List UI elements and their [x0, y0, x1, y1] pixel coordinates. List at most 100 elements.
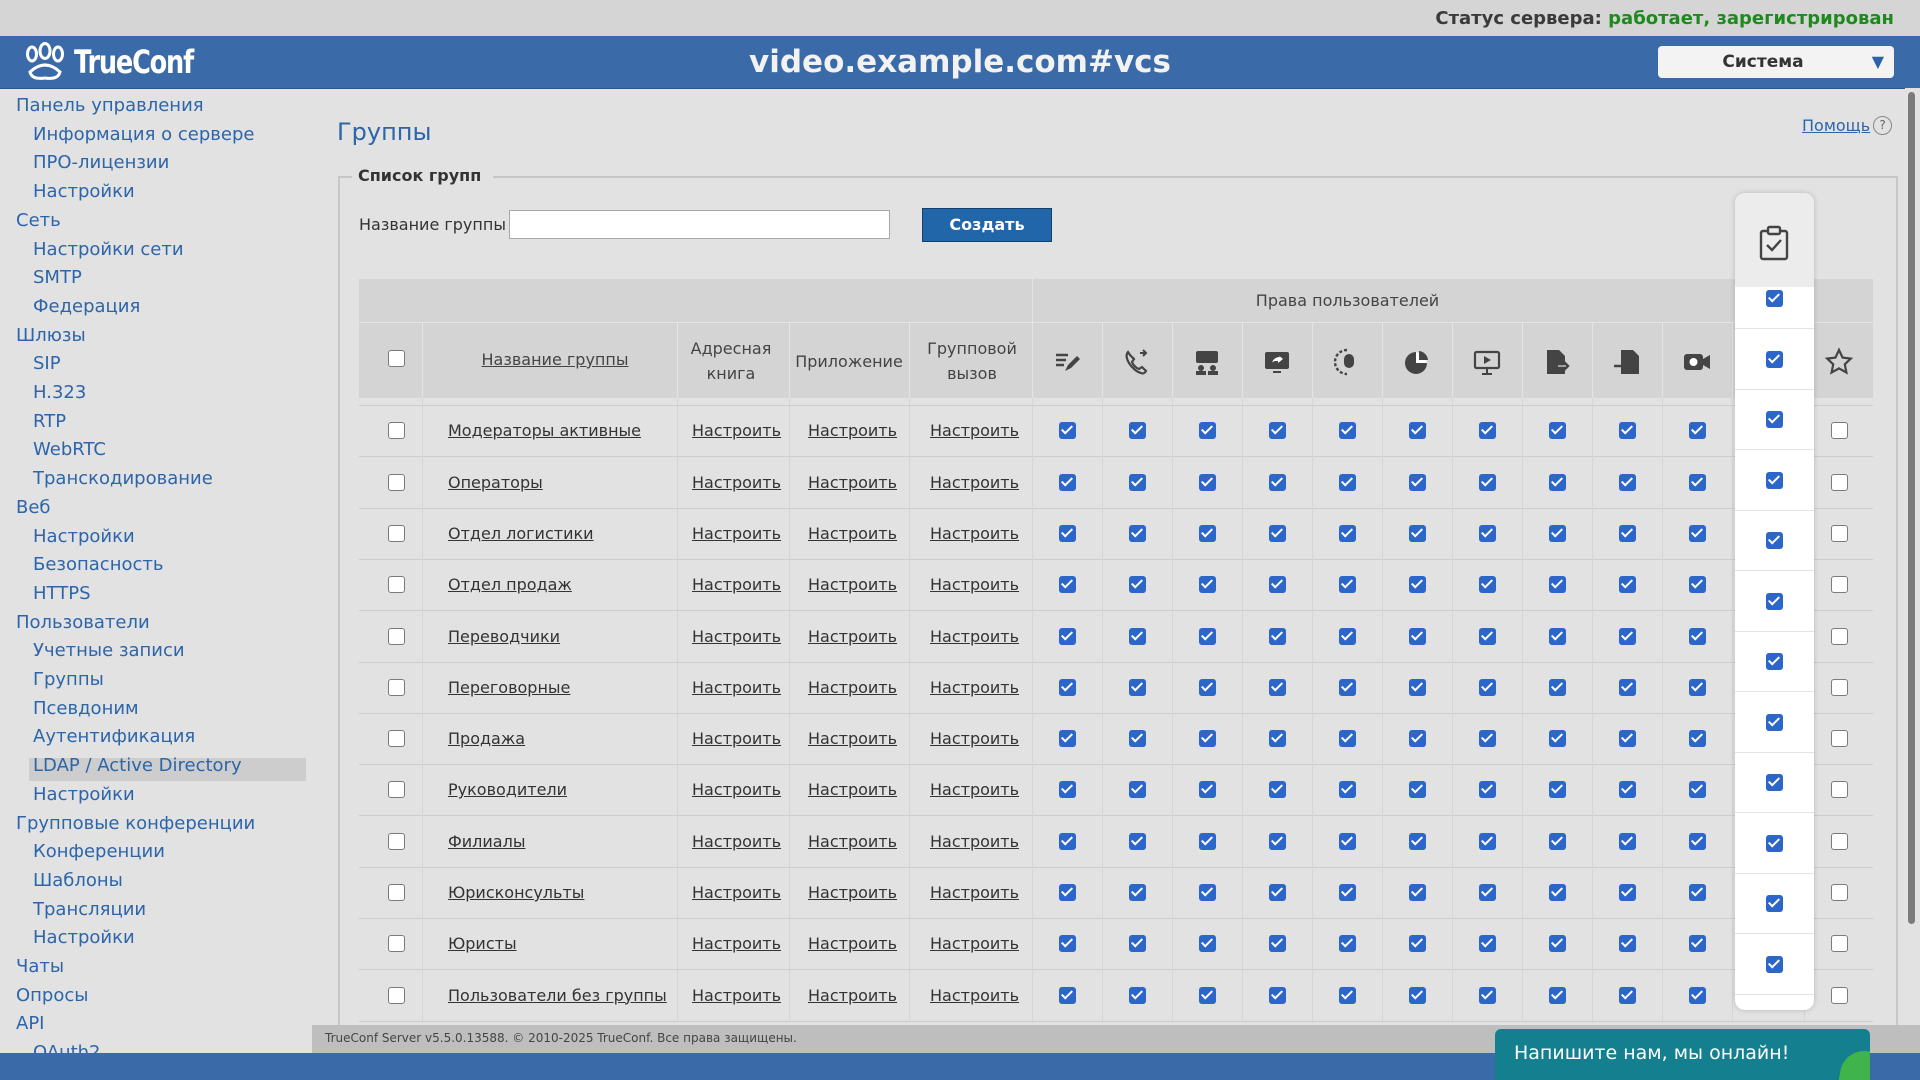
- row-select-checkbox[interactable]: [388, 524, 405, 542]
- right-checkbox-file-send-icon[interactable]: [1548, 524, 1566, 542]
- right-checkbox-call-icon[interactable]: [1128, 422, 1146, 440]
- popup-checkbox[interactable]: [1766, 774, 1783, 791]
- right-checkbox-favorite-star-icon[interactable]: [1830, 832, 1848, 850]
- right-checkbox-edit-profile-icon[interactable]: [1058, 627, 1076, 645]
- sidebar-item[interactable]: Опросы: [16, 985, 88, 1006]
- right-checkbox-file-receive-icon[interactable]: [1618, 884, 1636, 901]
- column-header-name[interactable]: Название группы: [433, 347, 677, 372]
- select-all-checkbox[interactable]: [388, 350, 405, 367]
- group-call-configure-link[interactable]: Настроить: [930, 986, 1019, 1005]
- right-checkbox-file-receive-icon[interactable]: [1618, 935, 1636, 953]
- popup-checkbox[interactable]: [1766, 955, 1783, 973]
- right-checkbox-screen-share-icon[interactable]: [1268, 986, 1286, 1004]
- right-checkbox-slideshow-chart-icon[interactable]: [1408, 884, 1426, 901]
- right-checkbox-remote-control-icon[interactable]: [1338, 935, 1356, 953]
- right-checkbox-remote-control-icon[interactable]: [1338, 576, 1356, 594]
- right-checkbox-video-record-icon[interactable]: [1688, 473, 1706, 491]
- right-checkbox-edit-profile-icon[interactable]: [1058, 781, 1076, 799]
- group-name-link[interactable]: Переговорные: [448, 678, 570, 697]
- right-checkbox-favorite-star-icon[interactable]: [1830, 524, 1848, 542]
- right-checkbox-slideshow-chart-icon[interactable]: [1408, 627, 1426, 645]
- right-checkbox-create-conference-icon[interactable]: [1198, 678, 1216, 696]
- right-checkbox-remote-control-icon[interactable]: [1338, 730, 1356, 748]
- right-checkbox-presentation-icon[interactable]: [1478, 832, 1496, 850]
- right-checkbox-file-send-icon[interactable]: [1548, 576, 1566, 594]
- right-checkbox-create-conference-icon[interactable]: [1198, 935, 1216, 953]
- right-checkbox-presentation-icon[interactable]: [1478, 678, 1496, 696]
- application-configure-link[interactable]: Настроить: [808, 524, 897, 543]
- right-checkbox-presentation-icon[interactable]: [1478, 935, 1496, 953]
- sidebar-item[interactable]: H.323: [33, 382, 86, 403]
- page-scrollbar-thumb[interactable]: [1908, 92, 1915, 924]
- application-configure-link[interactable]: Настроить: [808, 883, 897, 902]
- right-checkbox-screen-share-icon[interactable]: [1268, 473, 1286, 491]
- address-book-configure-link[interactable]: Настроить: [692, 524, 781, 543]
- popup-checkbox[interactable]: [1766, 411, 1783, 428]
- popup-checkbox[interactable]: [1766, 290, 1783, 307]
- right-checkbox-file-receive-icon[interactable]: [1618, 832, 1636, 850]
- application-configure-link[interactable]: Настроить: [808, 678, 897, 697]
- sidebar-item[interactable]: Шаблоны: [33, 870, 123, 891]
- right-checkbox-presentation-icon[interactable]: [1478, 730, 1496, 748]
- sidebar-item[interactable]: Настройки: [33, 784, 135, 805]
- group-call-configure-link[interactable]: Настроить: [930, 524, 1019, 543]
- group-name-input[interactable]: [509, 210, 890, 239]
- address-book-configure-link[interactable]: Настроить: [692, 678, 781, 697]
- sidebar-item[interactable]: Настройки сети: [33, 239, 184, 260]
- application-configure-link[interactable]: Настроить: [808, 729, 897, 748]
- right-checkbox-screen-share-icon[interactable]: [1268, 935, 1286, 953]
- popup-checkbox[interactable]: [1766, 350, 1783, 368]
- sidebar-item[interactable]: Конференции: [33, 841, 165, 862]
- right-checkbox-file-send-icon[interactable]: [1548, 422, 1566, 440]
- right-checkbox-slideshow-chart-icon[interactable]: [1408, 730, 1426, 748]
- application-configure-link[interactable]: Настроить: [808, 421, 897, 440]
- group-call-configure-link[interactable]: Настроить: [930, 421, 1019, 440]
- application-configure-link[interactable]: Настроить: [808, 780, 897, 799]
- right-checkbox-favorite-star-icon[interactable]: [1830, 627, 1848, 645]
- right-checkbox-slideshow-chart-icon[interactable]: [1408, 422, 1426, 440]
- address-book-configure-link[interactable]: Настроить: [692, 883, 781, 902]
- application-configure-link[interactable]: Настроить: [808, 934, 897, 953]
- right-checkbox-create-conference-icon[interactable]: [1198, 422, 1216, 440]
- right-checkbox-file-receive-icon[interactable]: [1618, 730, 1636, 748]
- right-checkbox-remote-control-icon[interactable]: [1338, 422, 1356, 440]
- group-call-configure-link[interactable]: Настроить: [930, 473, 1019, 492]
- row-select-checkbox[interactable]: [388, 781, 405, 799]
- row-select-checkbox[interactable]: [388, 884, 405, 901]
- address-book-configure-link[interactable]: Настроить: [692, 627, 781, 646]
- right-checkbox-remote-control-icon[interactable]: [1338, 678, 1356, 696]
- right-checkbox-presentation-icon[interactable]: [1478, 473, 1496, 491]
- right-checkbox-call-icon[interactable]: [1128, 576, 1146, 594]
- group-name-link[interactable]: Отдел продаж: [448, 575, 572, 594]
- application-configure-link[interactable]: Настроить: [808, 986, 897, 1005]
- group-name-link[interactable]: Операторы: [448, 473, 543, 492]
- group-call-configure-link[interactable]: Настроить: [930, 575, 1019, 594]
- right-checkbox-video-record-icon[interactable]: [1688, 781, 1706, 799]
- row-select-checkbox[interactable]: [388, 935, 405, 953]
- right-checkbox-favorite-star-icon[interactable]: [1830, 678, 1848, 696]
- address-book-configure-link[interactable]: Настроить: [692, 780, 781, 799]
- right-checkbox-file-receive-icon[interactable]: [1618, 422, 1636, 440]
- group-name-link[interactable]: Продажа: [448, 729, 525, 748]
- right-checkbox-presentation-icon[interactable]: [1478, 986, 1496, 1004]
- sidebar-item[interactable]: Группы: [33, 669, 104, 690]
- right-checkbox-slideshow-chart-icon[interactable]: [1408, 832, 1426, 850]
- right-checkbox-presentation-icon[interactable]: [1478, 422, 1496, 440]
- address-book-configure-link[interactable]: Настроить: [692, 832, 781, 851]
- popup-checkbox[interactable]: [1766, 834, 1783, 852]
- row-select-checkbox[interactable]: [388, 473, 405, 491]
- right-checkbox-edit-profile-icon[interactable]: [1058, 935, 1076, 953]
- right-checkbox-presentation-icon[interactable]: [1478, 627, 1496, 645]
- application-configure-link[interactable]: Настроить: [808, 473, 897, 492]
- sidebar-item[interactable]: Панель управления: [16, 95, 204, 116]
- sidebar-item[interactable]: Чаты: [16, 956, 64, 977]
- right-checkbox-screen-share-icon[interactable]: [1268, 832, 1286, 850]
- group-name-link[interactable]: Юрисконсульты: [448, 883, 584, 902]
- popup-checkbox[interactable]: [1766, 653, 1783, 670]
- sidebar-item[interactable]: LDAP / Active Directory: [33, 755, 242, 776]
- right-checkbox-edit-profile-icon[interactable]: [1058, 884, 1076, 901]
- right-checkbox-slideshow-chart-icon[interactable]: [1408, 473, 1426, 491]
- group-call-configure-link[interactable]: Настроить: [930, 934, 1019, 953]
- right-checkbox-slideshow-chart-icon[interactable]: [1408, 524, 1426, 542]
- right-checkbox-screen-share-icon[interactable]: [1268, 884, 1286, 901]
